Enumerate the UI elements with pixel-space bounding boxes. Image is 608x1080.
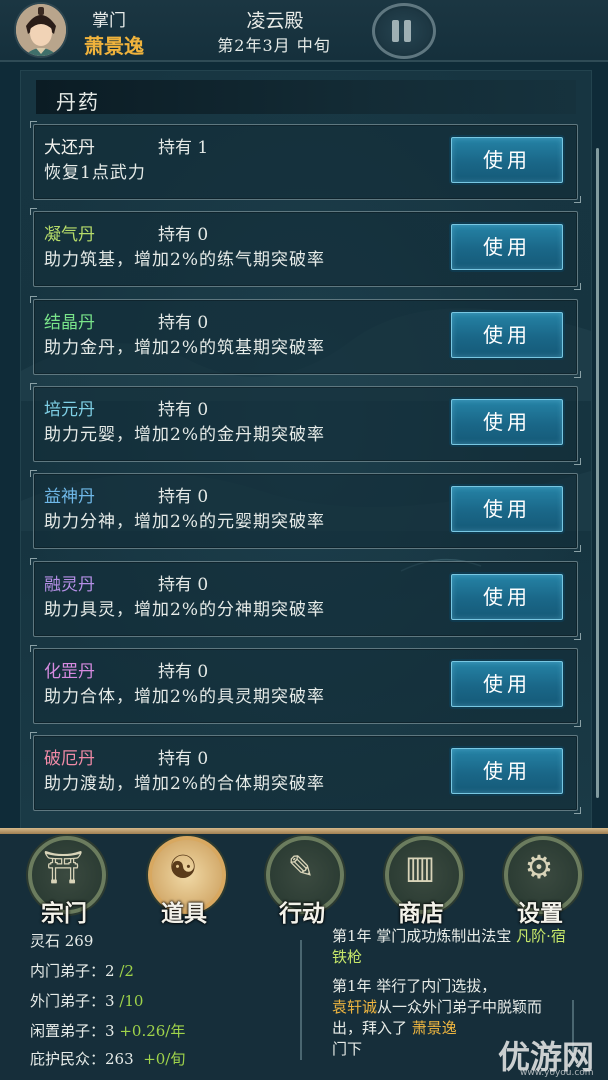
pill-owned-count: 持有 0 [158, 661, 209, 682]
scroll-brush-icon: ✎ [287, 848, 315, 886]
pill-description: 助力具灵，增加2%的分神期突破率 [44, 599, 325, 620]
use-button[interactable]: 使用 [451, 486, 563, 533]
nav-shop[interactable]: ▥ 商店 [381, 836, 463, 927]
inner-disciples-label: 内门弟子：2 [30, 962, 115, 980]
idle-disciples-rate: +0.26/年 [119, 1022, 186, 1040]
gear-icon: ⚙ [524, 848, 554, 886]
game-date: 第2年3月 中旬 [217, 36, 331, 55]
nav-label: 道具 [161, 900, 207, 927]
protected-people-rate: +0/旬 [143, 1050, 186, 1068]
pill-item: 破厄丹 持有 0 助力渡劫，增加2%的合体期突破率 使用 [30, 732, 581, 815]
pill-item: 化罡丹 持有 0 助力合体，增加2%的具灵期突破率 使用 [30, 644, 581, 727]
nav-label: 宗门 [41, 900, 87, 927]
log-entry-text: 第1年 掌门成功炼制出法宝 [332, 927, 517, 945]
top-bar: 掌门 萧景逸 凌云殿 第2年3月 中旬 [0, 0, 608, 62]
pill-name: 凝气丹 [44, 225, 95, 246]
pill-item: 培元丹 持有 0 助力元婴，增加2%的金丹期突破率 使用 [30, 382, 581, 465]
log-entry-text: 门下 [332, 1040, 363, 1058]
nav-settings[interactable]: ⚙ 设置 [500, 836, 582, 927]
scrollbar[interactable] [596, 148, 599, 798]
pill-item: 凝气丹 持有 0 助力筑基，增加2%的练气期突破率 使用 [30, 208, 581, 291]
role-title: 掌门 [92, 11, 126, 31]
pill-name: 化罡丹 [44, 661, 95, 682]
section-title: 丹药 [56, 90, 100, 114]
idle-disciples: 闲置弟子：3 +0.26/年 [30, 1020, 185, 1041]
pill-description: 助力渡劫，增加2%的合体期突破率 [44, 774, 325, 795]
nav-label: 商店 [398, 900, 444, 927]
pouch-icon: ☯ [168, 848, 198, 886]
pill-owned-count: 持有 0 [158, 487, 209, 508]
pill-owned-count: 持有 0 [158, 399, 209, 420]
nav-sect[interactable]: ⛩ 宗门 [24, 836, 106, 927]
log-disciple-name: 袁轩诚 [332, 998, 378, 1016]
use-button[interactable]: 使用 [451, 398, 563, 445]
pause-icon [404, 20, 411, 42]
log-leader-name: 萧景逸 [411, 1019, 457, 1037]
pill-item: 益神丹 持有 0 助力分神，增加2%的元婴期突破率 使用 [30, 470, 581, 553]
hall-name: 凌云殿 [246, 10, 304, 32]
watermark-url: www.yoyou.com [520, 1068, 594, 1078]
sect-gate-icon: ⛩ [42, 848, 84, 886]
pill-description: 助力筑基，增加2%的练气期突破率 [44, 250, 325, 271]
pause-icon [392, 20, 399, 42]
use-button[interactable]: 使用 [451, 660, 563, 707]
inner-disciples: 内门弟子：2 /2 [30, 960, 134, 981]
use-button[interactable]: 使用 [451, 137, 563, 183]
pill-name: 破厄丹 [44, 749, 95, 770]
pill-item: 大还丹 持有 1 恢复1点武力 使用 [30, 121, 581, 203]
leader-name: 萧景逸 [84, 34, 144, 58]
use-button[interactable]: 使用 [451, 311, 563, 358]
nav-action[interactable]: ✎ 行动 [262, 836, 344, 927]
leader-avatar[interactable] [14, 2, 68, 58]
pill-description: 助力金丹，增加2%的筑基期突破率 [44, 337, 325, 358]
outer-disciples-max: /10 [119, 992, 144, 1010]
use-button[interactable]: 使用 [451, 573, 563, 620]
section-header [36, 80, 576, 114]
outer-disciples: 外门弟子：3 /10 [30, 990, 143, 1011]
log-entry-text: 第1年 举行了内门选拔， [332, 977, 497, 995]
pill-name: 培元丹 [44, 399, 95, 420]
pill-name: 大还丹 [44, 138, 95, 158]
use-button[interactable]: 使用 [451, 224, 563, 271]
pill-description: 助力元婴，增加2%的金丹期突破率 [44, 424, 325, 445]
spirit-stone-count: 灵石 269 [30, 932, 94, 950]
log-entry: 第1年 掌门成功炼制出法宝 凡阶·宿铁枪 [332, 926, 572, 968]
stats-divider [300, 940, 302, 1060]
nav-label: 设置 [517, 900, 563, 927]
idle-disciples-label: 闲置弟子：3 [30, 1022, 115, 1040]
pill-name: 融灵丹 [44, 574, 95, 595]
pill-owned-count: 持有 0 [158, 574, 209, 595]
protected-people: 庇护民众：263 +0/旬 [30, 1048, 185, 1069]
protected-people-label: 庇护民众：263 [30, 1050, 134, 1068]
pill-name: 益神丹 [44, 487, 95, 508]
pill-description: 助力分神，增加2%的元婴期突破率 [44, 512, 325, 533]
pill-owned-count: 持有 1 [158, 138, 209, 158]
pill-name: 结晶丹 [44, 312, 95, 333]
inner-disciples-max: /2 [119, 962, 134, 980]
pill-description: 恢复1点武力 [44, 163, 146, 183]
pill-owned-count: 持有 0 [158, 749, 209, 770]
use-button[interactable]: 使用 [451, 748, 563, 795]
pill-owned-count: 持有 0 [158, 225, 209, 246]
pill-item: 结晶丹 持有 0 助力金丹，增加2%的筑基期突破率 使用 [30, 295, 581, 378]
pill-owned-count: 持有 0 [158, 312, 209, 333]
nav-label: 行动 [279, 900, 325, 927]
shop-building-icon: ▥ [404, 848, 436, 886]
nav-items[interactable]: ☯ 道具 [144, 836, 226, 927]
pill-description: 助力合体，增加2%的具灵期突破率 [44, 686, 325, 707]
pause-button[interactable] [372, 3, 436, 59]
outer-disciples-label: 外门弟子：3 [30, 992, 115, 1010]
pill-item: 融灵丹 持有 0 助力具灵，增加2%的分神期突破率 使用 [30, 557, 581, 640]
